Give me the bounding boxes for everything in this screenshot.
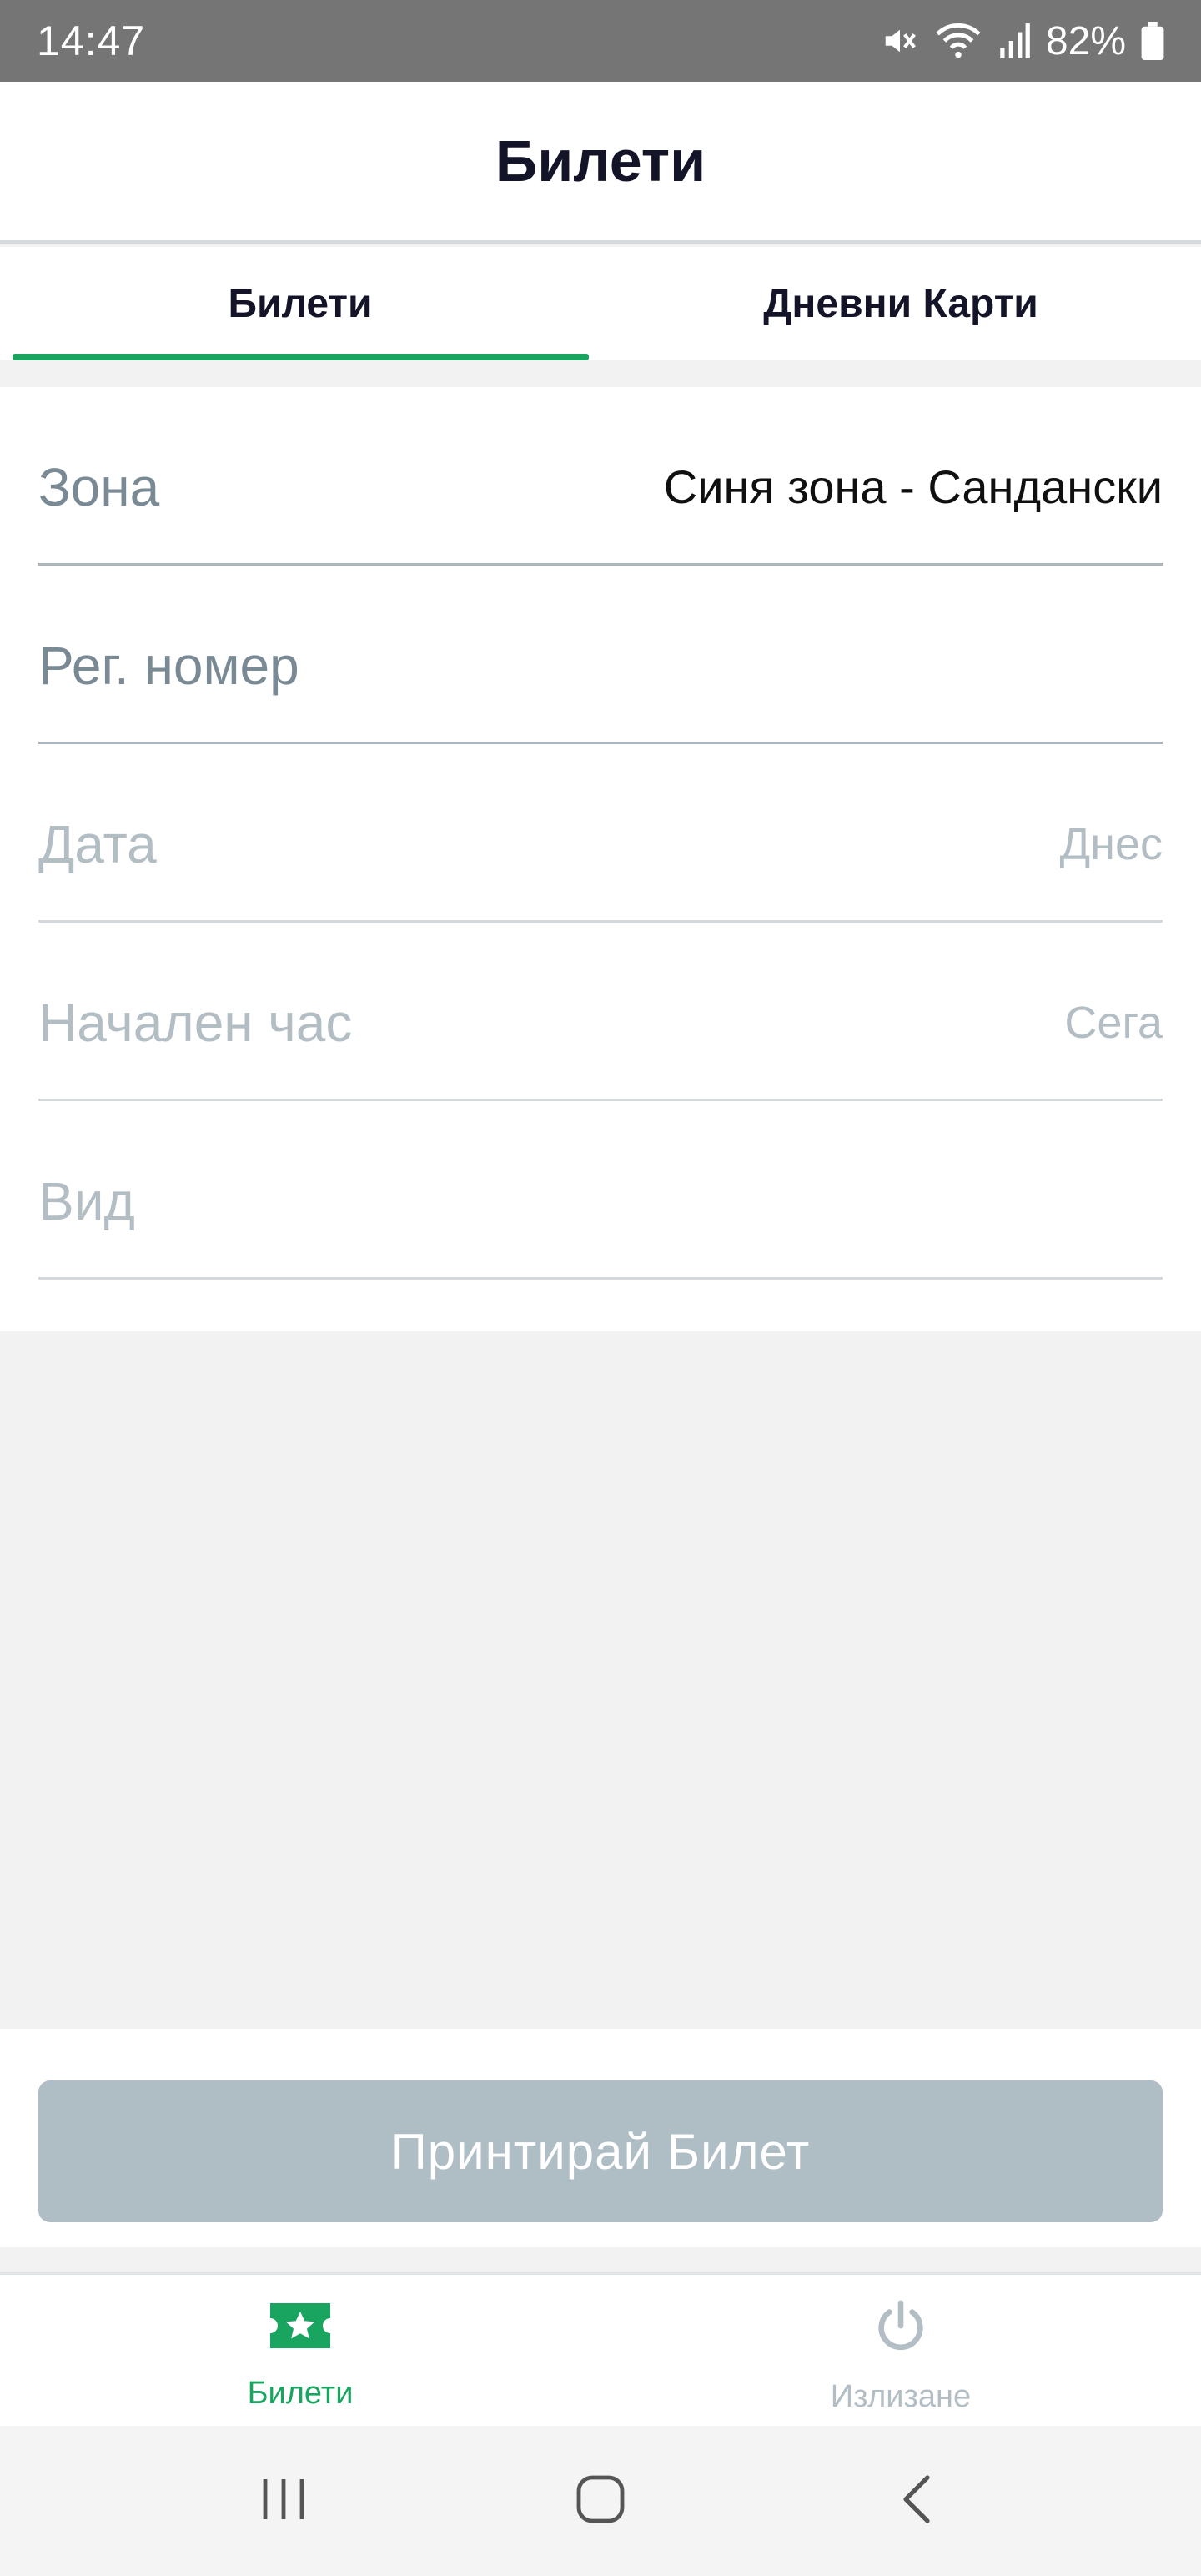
reg-number-row — [38, 566, 1163, 744]
recent-apps-button[interactable] — [225, 2451, 342, 2551]
start-time-value: Сега — [1064, 997, 1163, 1048]
wifi-icon — [934, 22, 982, 60]
status-bar: 14:47 82% — [0, 0, 1201, 82]
tab-tickets-label: Билети — [228, 281, 373, 326]
battery-level: 82% — [1045, 18, 1126, 63]
print-ticket-button[interactable]: Принтирай Билет — [38, 2080, 1163, 2222]
date-row[interactable]: Дата Днес — [38, 744, 1163, 923]
zone-value: Синя зона - Сандански — [663, 460, 1163, 513]
system-nav-bar — [0, 2426, 1201, 2576]
back-button[interactable] — [859, 2451, 976, 2551]
power-icon — [872, 2298, 930, 2361]
battery-icon — [1141, 22, 1164, 60]
mute-icon — [881, 22, 919, 60]
zone-label: Зона — [38, 456, 160, 517]
start-time-row[interactable]: Начален час Сега — [38, 923, 1163, 1101]
date-label: Дата — [38, 813, 157, 874]
status-time: 14:47 — [37, 18, 146, 64]
tab-day-cards-label: Дневни Карти — [763, 281, 1038, 326]
print-area: Принтирай Билет — [0, 2029, 1201, 2247]
app-header: Билети — [0, 82, 1201, 244]
home-icon — [574, 2473, 627, 2530]
tab-day-cards[interactable]: Дневни Карти — [600, 247, 1201, 360]
type-label: Вид — [38, 1170, 135, 1231]
reg-number-input[interactable] — [38, 634, 1163, 697]
date-value: Днес — [1059, 818, 1163, 869]
ticket-form: Зона Синя зона - Сандански Дата Днес Нач… — [0, 387, 1201, 1331]
home-button[interactable] — [542, 2451, 659, 2551]
signal-icon — [997, 22, 1031, 60]
tab-bar: Билети Дневни Карти — [0, 247, 1201, 360]
nav-tickets-label: Билети — [247, 2376, 354, 2411]
start-time-label: Начален час — [38, 992, 353, 1053]
nav-logout-label: Излизане — [830, 2379, 972, 2414]
page-title: Билети — [495, 128, 706, 194]
type-row[interactable]: Вид — [38, 1101, 1163, 1280]
tab-tickets[interactable]: Билети — [0, 247, 600, 360]
zone-row[interactable]: Зона Синя зона - Сандански — [38, 387, 1163, 566]
nav-item-logout[interactable]: Излизане — [600, 2275, 1201, 2426]
status-icons: 82% — [881, 18, 1164, 64]
back-icon — [897, 2473, 937, 2530]
ticket-icon — [267, 2298, 334, 2357]
nav-item-tickets[interactable]: Билети — [0, 2275, 600, 2426]
bottom-nav: Билети Излизане — [0, 2272, 1201, 2426]
recent-apps-icon — [257, 2474, 310, 2528]
